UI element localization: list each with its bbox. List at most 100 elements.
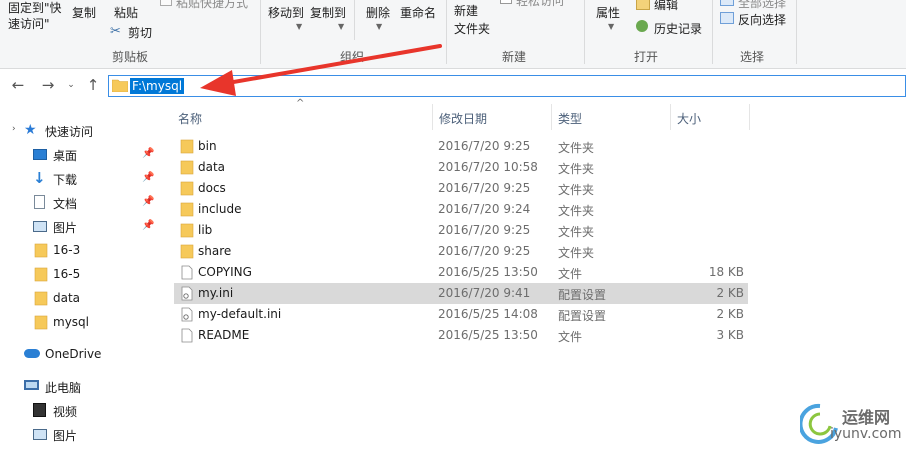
file-row-copying[interactable]: COPYING 2016/5/25 13:50 文件 18 KB [174, 262, 748, 283]
download-icon: ↓ [33, 169, 46, 187]
watermark-logo: 运维网 iyunv.com [796, 400, 906, 450]
file-date: 2016/7/20 9:25 [438, 181, 531, 195]
column-header-date[interactable]: 修改日期 [433, 104, 551, 130]
sidebar-item-pictures[interactable]: 图片 📌 [0, 216, 160, 238]
recent-locations-chevron-icon[interactable]: ⌄ [62, 76, 80, 94]
new-group-label: 新建 [502, 50, 527, 64]
organize-group-label: 组织 [340, 50, 365, 64]
expand-chevron-icon[interactable]: › [12, 124, 16, 134]
column-header-label: 名称 [178, 112, 203, 126]
file-type: 文件 [558, 267, 583, 281]
history-icon [636, 20, 648, 32]
open-group-label: 打开 [634, 50, 659, 64]
pin-to-quick-access-button[interactable]: 固定到"快 速访问" [8, 0, 68, 32]
new-folder-button[interactable]: 新建 文件夹 [454, 2, 490, 38]
document-icon [34, 195, 45, 209]
file-name: data [198, 160, 226, 174]
file-row-lib[interactable]: lib 2016/7/20 9:25 文件夹 [174, 220, 748, 241]
ribbon: 固定到"快 速访问" 复制 粘贴 粘贴快捷方式 ✂ 剪切 剪贴板 移动到 复制到… [0, 0, 906, 69]
file-date: 2016/7/20 9:24 [438, 202, 531, 216]
column-header-label: 修改日期 [439, 112, 488, 126]
file-row-my-ini[interactable]: my.ini 2016/7/20 9:41 配置设置 2 KB [174, 283, 748, 304]
rename-button[interactable]: 重命名 [400, 4, 436, 21]
pin-icon[interactable]: 📌 [142, 148, 154, 159]
move-to-button[interactable]: 移动到 [268, 4, 304, 21]
select-all-button[interactable]: 全部选择 [738, 0, 786, 11]
folder-icon [180, 139, 194, 154]
sidebar-item-desktop[interactable]: 桌面 📌 [0, 144, 160, 166]
sidebar-item-onedrive[interactable]: OneDrive [0, 344, 160, 366]
pin-icon[interactable]: 📌 [142, 220, 154, 231]
sidebar-item-this-pc[interactable]: 此电脑 [0, 376, 160, 398]
file-row-bin[interactable]: bin 2016/7/20 9:25 文件夹 [174, 136, 748, 157]
back-arrow-icon[interactable]: ← [9, 76, 27, 94]
file-row-my-default-ini[interactable]: my-default.ini 2016/5/25 14:08 配置设置 2 KB [174, 304, 748, 325]
paste-button[interactable]: 粘贴 [114, 4, 138, 21]
column-header-label: 类型 [558, 112, 583, 126]
file-row-docs[interactable]: docs 2016/7/20 9:25 文件夹 [174, 178, 748, 199]
file-row-readme[interactable]: README 2016/5/25 13:50 文件 3 KB [174, 325, 748, 346]
delete-button[interactable]: 删除 [366, 4, 390, 21]
new-group: 新建 文件夹 轻松访问 新建 [448, 0, 584, 68]
up-arrow-icon[interactable]: ↑ [84, 76, 102, 94]
config-file-icon [181, 286, 193, 301]
paste-shortcut-button[interactable]: 粘贴快捷方式 [176, 0, 248, 11]
file-row-share[interactable]: share 2016/7/20 9:25 文件夹 [174, 241, 748, 262]
sidebar-item-pictures-pc[interactable]: 图片 [0, 424, 160, 446]
file-date: 2016/7/20 9:41 [438, 286, 531, 300]
clipboard-group-label: 剪贴板 [112, 50, 149, 64]
pin-icon[interactable]: 📌 [142, 196, 154, 207]
file-date: 2016/7/20 9:25 [438, 244, 531, 258]
sidebar-item-downloads[interactable]: ↓ 下载 📌 [0, 168, 160, 190]
address-bar[interactable]: F:\mysql [108, 75, 906, 97]
organize-group: 移动到 复制到 ▼ ▼ 删除 ▼ 重命名 组织 [262, 0, 446, 68]
sidebar-item-label: 桌面 [53, 149, 78, 163]
copy-to-button[interactable]: 复制到 [310, 4, 346, 21]
file-type: 配置设置 [558, 288, 607, 302]
cut-button[interactable]: 剪切 [128, 24, 152, 41]
file-row-include[interactable]: include 2016/7/20 9:24 文件夹 [174, 199, 748, 220]
folder-icon [180, 181, 194, 196]
edit-icon [636, 0, 650, 10]
sidebar-item-videos[interactable]: 视频 [0, 400, 160, 422]
sidebar-item-folder-mysql[interactable]: mysql [0, 312, 160, 334]
move-dropdown-icon: ▼ [296, 22, 303, 31]
file-icon [181, 265, 193, 280]
sidebar-item-folder-data[interactable]: data [0, 288, 160, 310]
column-header-name[interactable]: 名称 [170, 104, 432, 130]
file-name: COPYING [198, 265, 252, 279]
column-header-size[interactable]: 大小 [671, 104, 749, 130]
column-divider[interactable] [749, 104, 750, 130]
sidebar-item-label: data [53, 291, 81, 305]
sidebar-item-label: mysql [53, 315, 89, 329]
address-path[interactable]: F:\mysql [130, 78, 185, 94]
sidebar-item-folder-16-5[interactable]: 16-5 [0, 264, 160, 286]
invert-selection-button[interactable]: 反向选择 [738, 11, 786, 28]
history-button[interactable]: 历史记录 [654, 20, 702, 37]
sidebar-item-folder-16-3[interactable]: 16-3 [0, 240, 160, 262]
invert-selection-icon [720, 12, 734, 24]
folder-icon [34, 315, 48, 330]
watermark-url: iyunv.com [830, 426, 902, 442]
forward-arrow-icon[interactable]: → [39, 76, 57, 94]
video-icon [33, 403, 46, 417]
column-header-type[interactable]: 类型 [552, 104, 670, 130]
file-row-data[interactable]: data 2016/7/20 10:58 文件夹 [174, 157, 748, 178]
sidebar-item-label: 16-5 [53, 267, 81, 281]
folder-icon [180, 244, 194, 259]
properties-button[interactable]: 属性 [596, 4, 620, 21]
copy-button[interactable]: 复制 [72, 4, 96, 21]
pin-icon[interactable]: 📌 [142, 172, 154, 183]
easy-access-button[interactable]: 轻松访问 [516, 0, 564, 9]
sidebar-item-label: 文档 [53, 197, 78, 211]
file-size: 2 KB [716, 286, 744, 300]
file-list: ^ 名称 修改日期 类型 大小 bin 2016/7/20 9:25 文件夹 d… [160, 98, 906, 450]
folder-icon [180, 202, 194, 217]
sidebar-item-quick-access[interactable]: › ★ 快速访问 [0, 120, 160, 142]
file-type: 配置设置 [558, 309, 607, 323]
pictures-icon [33, 429, 47, 440]
sidebar-item-documents[interactable]: 文档 📌 [0, 192, 160, 214]
desktop-icon [33, 149, 47, 160]
edit-button[interactable]: 编辑 [654, 0, 678, 13]
navigation-bar: ← → ⌄ ↑ F:\mysql [0, 70, 906, 102]
